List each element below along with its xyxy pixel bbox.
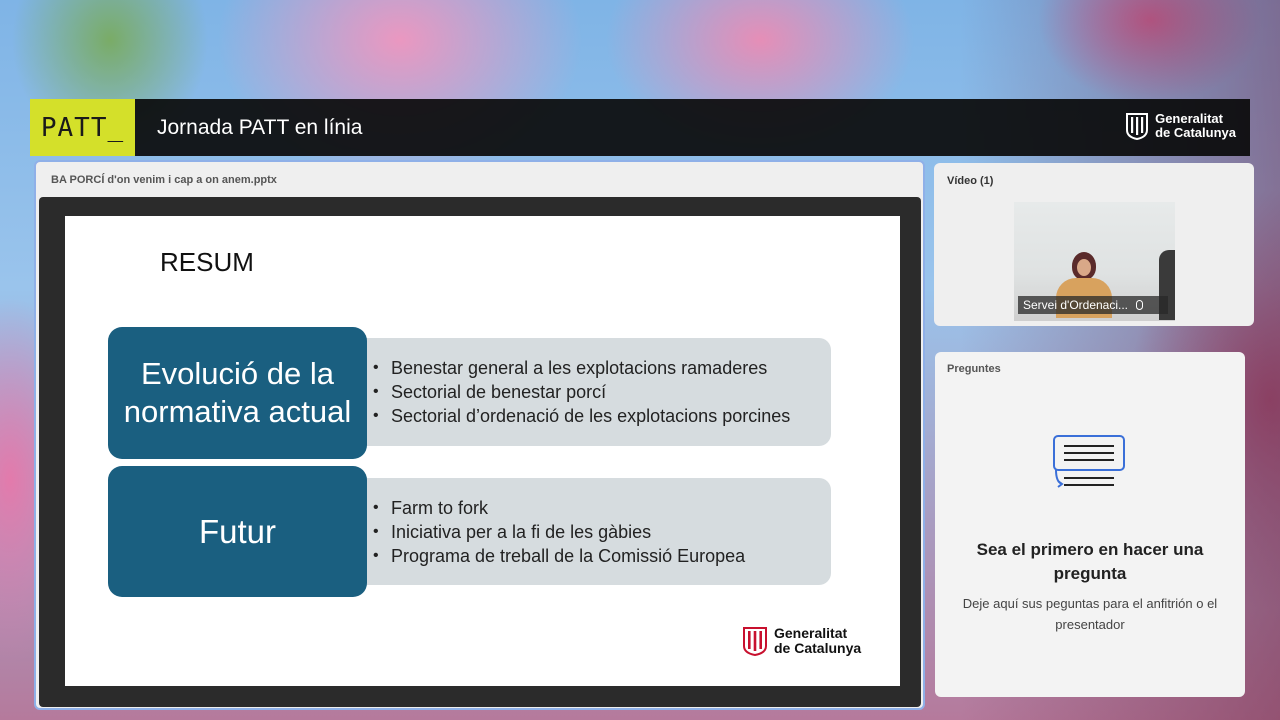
share-pod-title: BA PORCÍ d'on venim i cap a on anem.pptx [51,174,277,186]
bullet-item: Farm to fork [373,496,831,520]
slide-generalitat-line1: Generalitat [774,625,848,641]
bullet-item: Sectorial de benestar porcí [373,380,831,404]
presenter-face [1077,259,1091,276]
slide-frame: RESUM Benestar general a les explotacion… [39,197,921,707]
question-chat-icon [1053,435,1125,488]
meeting-header: PATT_ Jornada PATT en línia Generalitat … [30,99,1250,156]
video-pod-label: Vídeo (1) [947,175,994,187]
section-heading-futur: Futur [108,466,367,597]
slide-generalitat-line2: de Catalunya [774,640,862,656]
bullet-box-normativa: Benestar general a les explotacions rama… [355,338,831,446]
patt-logo: PATT_ [30,99,135,156]
bullet-item: Iniciativa per a la fi de les gàbies [373,520,831,544]
bullet-item: Sectorial d’ordenació de les explotacion… [373,404,831,428]
bullet-box-futur: Farm to fork Iniciativa per a la fi de l… [355,478,831,585]
section-heading-normativa: Evolució de la normativa actual [108,327,367,459]
generalitat-emblem-icon [1126,113,1149,140]
questions-empty-heading: Sea el primero en hacer una pregunta [976,540,1204,583]
meeting-title: Jornada PATT en línia [157,115,363,139]
microphone-icon [1136,300,1144,310]
share-pod[interactable]: BA PORCÍ d'on venim i cap a on anem.pptx… [34,160,925,710]
video-feed[interactable]: Servei d'Ordenaci... [1014,202,1175,321]
generalitat-line1: Generalitat [1155,111,1223,126]
video-caption-text: Servei d'Ordenaci... [1023,298,1129,312]
questions-pod-label: Preguntes [947,363,1001,375]
questions-empty-subtext: Deje aquí sus peguntas para el anfitrión… [962,596,1218,632]
slide-title: RESUM [160,247,254,277]
video-pod[interactable]: Vídeo (1) Servei d'Ordenaci... [934,163,1254,326]
generalitat-emblem-icon [743,627,767,656]
bullet-item: Benestar general a les explotacions rama… [373,356,831,380]
generalitat-logo: Generalitat de Catalunya [1125,112,1236,140]
presentation-slide: RESUM Benestar general a les explotacion… [65,216,900,686]
generalitat-line2: de Catalunya [1155,125,1236,140]
slide-generalitat-logo: Generalitat de Catalunya [742,626,861,656]
questions-pod: Preguntes Sea el primero en hacer una pr… [935,352,1245,697]
bullet-item: Programa de treball de la Comissió Europ… [373,544,831,568]
video-caption: Servei d'Ordenaci... [1018,296,1168,314]
